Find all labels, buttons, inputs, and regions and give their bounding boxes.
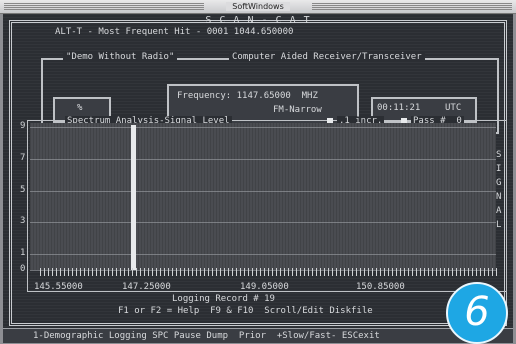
- signal-letter-5: L: [496, 220, 502, 230]
- step-number-badge: 6: [446, 282, 508, 344]
- y-tick-label-1: 1: [20, 248, 26, 258]
- x-tick-label-0: 145.55000: [34, 282, 83, 292]
- help-line: F1 or F2 = Help F9 & F10 Scroll/Edit Dis…: [118, 306, 373, 316]
- meter-symbol: %: [77, 103, 83, 113]
- logging-record: Logging Record # 19: [172, 294, 275, 304]
- subtitle-right: Computer Aided Receiver/Transceiver: [229, 52, 425, 62]
- signal-letter-1: I: [496, 164, 502, 174]
- x-tick-label-2: 149.05000: [240, 282, 289, 292]
- signal-letter-2: G: [496, 178, 502, 188]
- x-tick-label-3: 150.85000: [356, 282, 405, 292]
- signal-letter-0: S: [496, 150, 502, 160]
- window-title: SoftWindows: [226, 2, 290, 11]
- clock-time: 00:11:21: [377, 103, 421, 113]
- gridline-3: [30, 222, 496, 223]
- function-key-bar[interactable]: 1-Demographic Logging SPC Pause Dump Pri…: [3, 328, 513, 343]
- most-frequent-hit-line: ALT-T - Most Frequent Hit - 0001 1044.65…: [55, 27, 294, 37]
- frequency-readout: Frequency: 1147.65000 MHZ: [177, 91, 318, 101]
- mode-readout: FM-Narrow: [273, 105, 322, 115]
- y-tick-label-5: 5: [20, 185, 26, 195]
- y-tick-label-0: 0: [20, 264, 26, 274]
- y-tick-label-9: 9: [20, 121, 26, 131]
- gridline-5: [30, 191, 496, 192]
- function-key-text: 1-Demographic Logging SPC Pause Dump Pri…: [33, 331, 380, 341]
- gridline-1: [30, 254, 496, 255]
- gridline-7: [30, 159, 496, 160]
- app-title: S C A N - C A T: [205, 15, 311, 26]
- titlebar-stripes-left: [4, 3, 204, 10]
- y-tick-label-3: 3: [20, 216, 26, 226]
- window-titlebar[interactable]: SoftWindows: [0, 0, 516, 14]
- demo-label: "Demo Without Radio": [63, 52, 178, 62]
- titlebar-stripes-right: [312, 3, 512, 10]
- x-axis-ticks: [40, 268, 500, 276]
- y-tick-label-7: 7: [20, 153, 26, 163]
- x-tick-label-1: 147.25000: [122, 282, 171, 292]
- clock-timezone: UTC: [445, 103, 462, 113]
- signal-bar-0: [131, 125, 136, 270]
- signal-letter-3: N: [496, 192, 502, 202]
- spectrum-plot: [30, 123, 496, 270]
- signal-letter-4: A: [496, 206, 502, 216]
- gridline-9: [30, 127, 496, 128]
